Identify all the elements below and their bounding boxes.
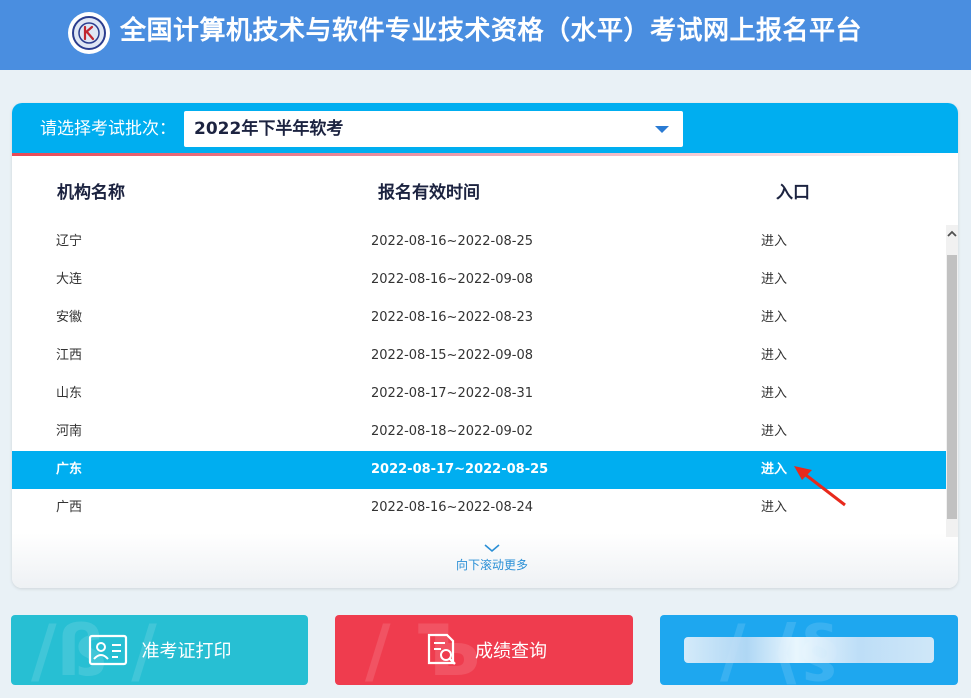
- id-card-icon: [88, 634, 127, 666]
- enter-link[interactable]: 进入: [761, 347, 787, 365]
- table-row: 安徽 2022-08-16~2022-08-23 进入: [12, 299, 946, 337]
- table-scrollbar[interactable]: [946, 225, 958, 537]
- registration-period: 2022-08-16~2022-09-08: [371, 272, 533, 287]
- registration-period: 2022-08-17~2022-08-25: [371, 462, 549, 477]
- enter-link[interactable]: 进入: [761, 271, 787, 289]
- batch-select[interactable]: 2022年下半年软考: [184, 111, 683, 147]
- table-row: 河南 2022-08-18~2022-09-02 进入: [12, 413, 946, 451]
- registration-period: 2022-08-17~2022-08-31: [371, 386, 533, 401]
- chevron-up-icon[interactable]: [946, 225, 958, 243]
- org-name: 广东: [56, 462, 83, 477]
- table-row: 山东 2022-08-17~2022-08-31 进入: [12, 375, 946, 413]
- chevron-down-icon: [484, 544, 500, 553]
- registration-period: 2022-08-16~2022-08-25: [371, 234, 533, 249]
- batch-selector-bar: 请选择考试批次： 2022年下半年软考: [12, 103, 958, 156]
- org-name: 河南: [56, 424, 83, 439]
- batch-label: 请选择考试批次：: [40, 119, 176, 139]
- score-query-label: 成绩查询: [475, 641, 547, 662]
- registration-period: 2022-08-15~2022-09-08: [371, 348, 533, 363]
- org-name: 安徽: [56, 310, 83, 325]
- registration-panel: 请选择考试批次： 2022年下半年软考 机构名称 报名有效时间 入口 辽宁 20…: [12, 103, 958, 588]
- scroll-more[interactable]: 向下滚动更多: [432, 543, 552, 573]
- exam-logo-icon: [68, 12, 110, 54]
- column-header-org: 机构名称: [57, 183, 125, 203]
- enter-link[interactable]: 进入: [761, 309, 787, 327]
- annotation-arrow-icon: [794, 466, 846, 507]
- registration-period: 2022-08-16~2022-08-24: [371, 500, 533, 515]
- org-name: 大连: [56, 272, 83, 287]
- column-header-entry: 入口: [776, 183, 810, 203]
- table-row: 辽宁 2022-08-16~2022-08-25 进入: [12, 223, 946, 261]
- admission-ticket-button[interactable]: /ß / 准考证打印: [11, 615, 308, 685]
- enter-link[interactable]: 进入: [761, 423, 787, 441]
- batch-select-value: 2022年下半年软考: [194, 119, 344, 139]
- table-row: 大连 2022-08-16~2022-09-08 进入: [12, 261, 946, 299]
- enter-link[interactable]: 进入: [761, 233, 787, 251]
- site-header: 全国计算机技术与软件专业技术资格（水平）考试网上报名平台: [0, 0, 971, 70]
- score-query-button[interactable]: / Ъ 成绩查询: [335, 615, 633, 685]
- obscured-label: [684, 637, 934, 663]
- document-search-icon: [427, 633, 456, 665]
- enter-link[interactable]: 进入: [761, 461, 787, 479]
- scrollbar-thumb[interactable]: [947, 255, 957, 519]
- org-name: 山东: [56, 386, 83, 401]
- obscured-button[interactable]: / ⟨§: [660, 615, 958, 685]
- table-row: 江西 2022-08-15~2022-09-08 进入: [12, 337, 946, 375]
- column-header-time: 报名有效时间: [378, 183, 480, 203]
- enter-link[interactable]: 进入: [761, 499, 787, 517]
- page-title: 全国计算机技术与软件专业技术资格（水平）考试网上报名平台: [120, 16, 863, 46]
- caret-down-icon: [655, 126, 669, 133]
- org-name: 辽宁: [56, 234, 83, 249]
- scroll-more-label: 向下滚动更多: [455, 558, 528, 572]
- enter-link[interactable]: 进入: [761, 385, 787, 403]
- org-name: 江西: [56, 348, 83, 363]
- admission-ticket-label: 准考证打印: [141, 641, 232, 662]
- org-name: 广西: [56, 500, 83, 515]
- registration-period: 2022-08-18~2022-09-02: [371, 424, 533, 439]
- registration-period: 2022-08-16~2022-08-23: [371, 310, 533, 325]
